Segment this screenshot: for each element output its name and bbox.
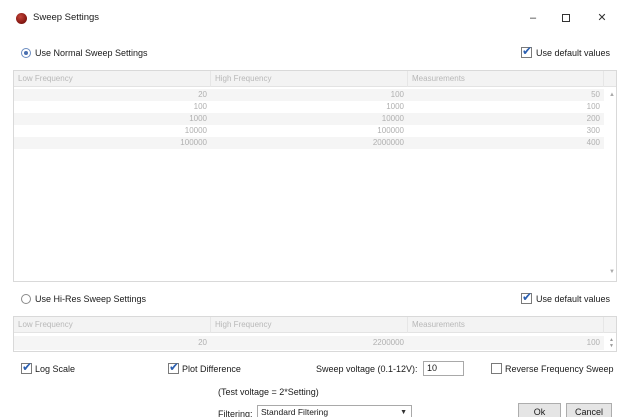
hires-sweep-radio[interactable]	[21, 294, 31, 304]
spin-up-icon[interactable]: ▲	[609, 338, 614, 343]
log-scale-checkbox[interactable]	[21, 360, 32, 374]
table-cell[interactable]: 300	[408, 125, 604, 137]
maximize-icon	[562, 14, 570, 23]
log-scale-label: Log Scale	[35, 364, 76, 374]
table-cell[interactable]: 20	[14, 89, 211, 101]
table-cell[interactable]: 100	[408, 336, 604, 350]
spin-down-icon[interactable]: ▼	[609, 344, 614, 349]
table-cell[interactable]: 1000	[14, 113, 211, 125]
maximize-button[interactable]	[550, 6, 582, 30]
filtering-select-value: Standard Filtering	[261, 407, 329, 417]
normal-default-values-checkbox[interactable]	[521, 44, 532, 58]
sweep-voltage-input[interactable]: 10	[423, 361, 464, 376]
reverse-frequency-sweep-checkbox[interactable]	[491, 363, 502, 374]
hires-sweep-label: Use Hi-Res Sweep Settings	[35, 294, 147, 304]
sweep-voltage-label: Sweep voltage (0.1-12V):	[316, 364, 418, 374]
table-row[interactable]: 20 100 50	[14, 89, 604, 101]
table-cell[interactable]: 100	[14, 101, 211, 113]
table-cell[interactable]: 100000	[14, 137, 211, 149]
scroll-down-icon[interactable]: ▼	[609, 269, 615, 275]
table-cell[interactable]: 10000	[211, 113, 408, 125]
ok-button[interactable]: Ok	[518, 403, 561, 417]
table-cell[interactable]: 200	[408, 113, 604, 125]
column-header-measurements: Measurements	[408, 317, 604, 333]
hires-default-values-checkbox[interactable]	[521, 290, 532, 304]
table-row[interactable]: 20 2200000 100	[14, 336, 604, 350]
normal-default-values-label: Use default values	[536, 48, 611, 58]
table-cell[interactable]: 100000	[211, 125, 408, 137]
title-bar: Sweep Settings – ✕	[0, 0, 618, 36]
table-cell[interactable]: 100	[211, 89, 408, 101]
plot-difference-label: Plot Difference	[182, 364, 241, 374]
table-cell[interactable]: 400	[408, 137, 604, 149]
close-icon: ✕	[597, 12, 607, 24]
table-cell[interactable]: 2200000	[211, 336, 408, 350]
hires-default-values-label: Use default values	[536, 294, 611, 304]
table-cell[interactable]: 100	[408, 101, 604, 113]
minimize-icon: –	[529, 12, 537, 24]
table-row[interactable]: 100 1000 100	[14, 101, 604, 113]
filtering-label: Filtering:	[218, 409, 253, 417]
table-row[interactable]: 1000 10000 200	[14, 113, 604, 125]
scroll-up-icon[interactable]: ▲	[609, 92, 615, 98]
normal-sweep-table[interactable]: Low Frequency High Frequency Measurement…	[13, 70, 617, 282]
hires-sweep-table[interactable]: Low Frequency High Frequency Measurement…	[13, 316, 617, 352]
column-header-high-frequency: High Frequency	[211, 71, 408, 87]
table-cell[interactable]: 20	[14, 336, 211, 350]
column-header-high-frequency: High Frequency	[211, 317, 408, 333]
table-cell[interactable]: 2000000	[211, 137, 408, 149]
table-cell[interactable]: 1000	[211, 101, 408, 113]
reverse-frequency-sweep-label: Reverse Frequency Sweep	[505, 364, 614, 374]
normal-sweep-label: Use Normal Sweep Settings	[35, 48, 148, 58]
column-header-low-frequency: Low Frequency	[14, 317, 211, 333]
table-cell[interactable]: 10000	[14, 125, 211, 137]
table-row[interactable]: 10000 100000 300	[14, 125, 604, 137]
plot-difference-checkbox[interactable]	[168, 360, 179, 374]
cancel-button[interactable]: Cancel	[566, 403, 612, 417]
test-voltage-note: (Test voltage = 2*Setting)	[218, 387, 319, 397]
normal-sweep-radio[interactable]	[21, 48, 31, 58]
minimize-button[interactable]: –	[517, 6, 549, 30]
column-header-low-frequency: Low Frequency	[14, 71, 211, 87]
close-button[interactable]: ✕	[586, 6, 618, 30]
table-cell[interactable]: 50	[408, 89, 604, 101]
table-header: Low Frequency High Frequency Measurement…	[14, 71, 616, 87]
column-header-measurements: Measurements	[408, 71, 604, 87]
filtering-select[interactable]: Standard Filtering ▼	[257, 405, 412, 417]
window-title: Sweep Settings	[33, 12, 100, 23]
chevron-down-icon: ▼	[400, 409, 407, 416]
app-logo-icon	[16, 13, 27, 24]
table-header: Low Frequency High Frequency Measurement…	[14, 317, 616, 333]
table-row[interactable]: 100000 2000000 400	[14, 137, 604, 149]
